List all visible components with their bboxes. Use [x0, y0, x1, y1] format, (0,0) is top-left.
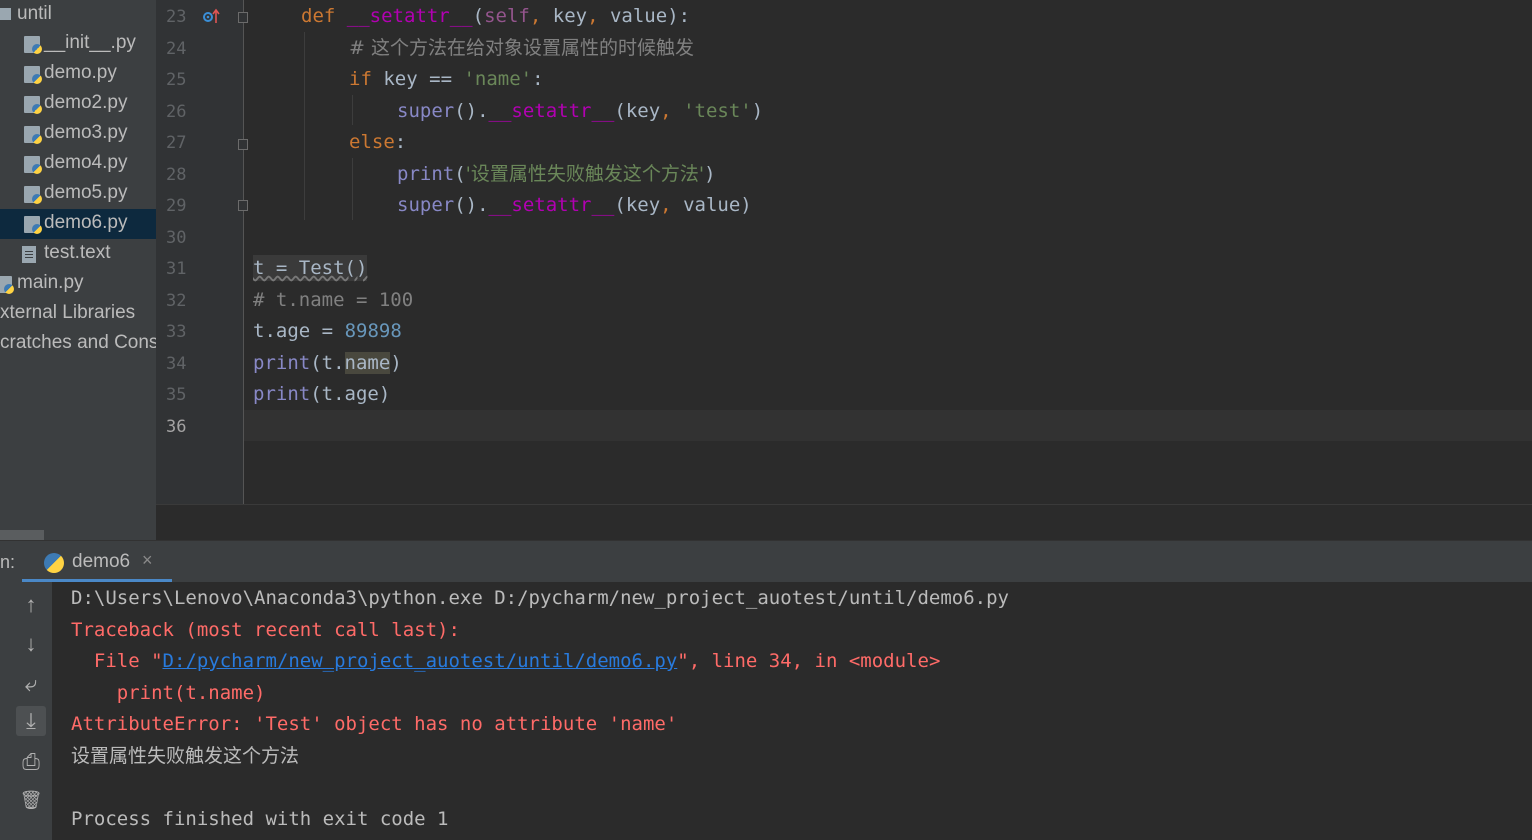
line-number: 32 — [166, 291, 187, 311]
line-number: 28 — [166, 165, 187, 185]
folder-icon — [0, 8, 11, 20]
indent-guide — [304, 32, 305, 220]
tree-item-demo2[interactable]: demo2.py — [0, 89, 156, 119]
code-line-24: # 这个方法在给对象设置属性的时候触发 — [349, 37, 694, 59]
editor-footer — [156, 504, 1532, 541]
line-number: 23 — [166, 7, 187, 27]
tree-item-label: demo4.py — [44, 152, 128, 173]
python-file-icon — [24, 126, 42, 144]
line-number: 27 — [166, 133, 187, 153]
code-line-35: print(t.age) — [253, 383, 391, 405]
tree-item-label: demo5.py — [44, 182, 128, 203]
console-code-line: print(t.name) — [71, 682, 266, 704]
scroll-to-end-icon[interactable]: ⤓ — [16, 706, 46, 736]
line-number: 35 — [166, 385, 187, 405]
tree-item-demo6[interactable]: demo6.py — [0, 209, 156, 239]
trash-icon[interactable]: 🗑 — [16, 785, 46, 815]
code-line-26: super().__setattr__(key, 'test') — [397, 100, 764, 122]
code-line-32: # t.name = 100 — [253, 289, 414, 311]
tree-folder-label: until — [17, 3, 52, 24]
python-file-icon — [24, 186, 42, 204]
indent-guide — [352, 158, 353, 220]
tree-item-label: xternal Libraries — [0, 302, 136, 323]
code-line-33: t.age = 89898 — [253, 320, 402, 342]
tree-item-demo4[interactable]: demo4.py — [0, 149, 156, 179]
tree-item-main[interactable]: main.py — [0, 269, 156, 299]
line-number: 26 — [166, 102, 187, 122]
gutter-separator — [243, 0, 244, 504]
soft-wrap-icon[interactable]: ⤶ — [16, 669, 46, 699]
console-output-cn: 设置属性失败触发这个方法 — [71, 745, 300, 767]
line-number: 33 — [166, 322, 187, 342]
fold-marker-icon[interactable] — [238, 200, 248, 211]
code-line-34: print(t.name) — [253, 352, 402, 374]
fold-marker-icon[interactable] — [238, 139, 248, 150]
line-number: 31 — [166, 259, 187, 279]
code-line-31: t = Test() — [253, 255, 368, 281]
line-number: 30 — [166, 228, 187, 248]
tree-item-label: demo2.py — [44, 92, 128, 113]
tree-item-label: demo6.py — [44, 212, 128, 233]
arrow-down-icon[interactable]: ↓ — [16, 629, 46, 659]
code-line-28: print('设置属性失败触发这个方法') — [397, 163, 716, 185]
code-line-23: def __setattr__(self, key, value): — [301, 5, 691, 27]
line-number: 25 — [166, 70, 187, 90]
sidebar-scrollbar[interactable] — [0, 530, 44, 540]
tree-item-external-libraries[interactable]: xternal Libraries — [0, 299, 156, 329]
indent-guide — [352, 95, 353, 125]
python-icon — [44, 553, 64, 573]
fold-marker-icon[interactable] — [238, 12, 248, 23]
print-icon[interactable]: ⎙ — [16, 747, 46, 777]
tree-item-label: main.py — [17, 272, 84, 293]
line-number: 24 — [166, 39, 187, 59]
console-file-line: File "D:/pycharm/new_project_auotest/unt… — [71, 650, 941, 672]
run-tab-demo6[interactable]: demo6 × — [22, 541, 172, 582]
code-line-25: if key == 'name': — [349, 68, 544, 90]
run-tool-window-header: n: demo6 × — [0, 540, 1532, 583]
tree-item-label: demo3.py — [44, 122, 128, 143]
tree-item-demo[interactable]: demo.py — [0, 59, 156, 89]
python-file-icon — [24, 216, 42, 234]
file-link[interactable]: D:/pycharm/new_project_auotest/until/dem… — [163, 650, 678, 672]
python-file-icon — [24, 96, 42, 114]
tree-item-test-text[interactable]: test.text — [0, 239, 156, 269]
tree-item-demo5[interactable]: demo5.py — [0, 179, 156, 209]
line-number-current: 36 — [166, 417, 187, 437]
python-file-icon — [0, 276, 14, 294]
arrow-up-icon[interactable]: ↑ — [16, 590, 46, 620]
tree-item-label: cratches and Cons — [0, 332, 156, 353]
code-line-27: else: — [349, 131, 407, 153]
console-finished: Process finished with exit code 1 — [71, 808, 449, 830]
python-file-icon — [24, 36, 42, 54]
current-line-highlight — [244, 410, 1532, 441]
tree-item-label: __init__.py — [44, 32, 136, 53]
python-file-icon — [24, 66, 42, 84]
text-file-icon — [22, 246, 36, 263]
tree-item-demo3[interactable]: demo3.py — [0, 119, 156, 149]
close-icon[interactable]: × — [142, 550, 153, 571]
tree-item-label: test.text — [44, 242, 111, 263]
tree-folder-until[interactable]: until — [0, 0, 156, 30]
override-method-icon[interactable] — [202, 7, 220, 25]
project-tree: until __init__.py demo.py demo2.py demo3… — [0, 0, 156, 540]
run-tab-label: demo6 — [72, 551, 131, 572]
tree-item-scratches[interactable]: cratches and Cons — [0, 329, 156, 359]
line-number: 34 — [166, 354, 187, 374]
line-number: 29 — [166, 196, 187, 216]
console-command-line: D:\Users\Lenovo\Anaconda3\python.exe D:/… — [71, 587, 1009, 609]
console-error: AttributeError: 'Test' object has no att… — [71, 713, 678, 735]
tree-item-label: demo.py — [44, 62, 117, 83]
tree-item-init[interactable]: __init__.py — [0, 29, 156, 59]
run-label: n: — [0, 552, 16, 572]
console-toolbar: ↑ ↓ ⤶ ⤓ ⎙ 🗑 — [0, 582, 52, 840]
console-traceback: Traceback (most recent call last): — [71, 619, 460, 641]
code-line-29: super().__setattr__(key, value) — [397, 194, 752, 216]
python-file-icon — [24, 156, 42, 174]
